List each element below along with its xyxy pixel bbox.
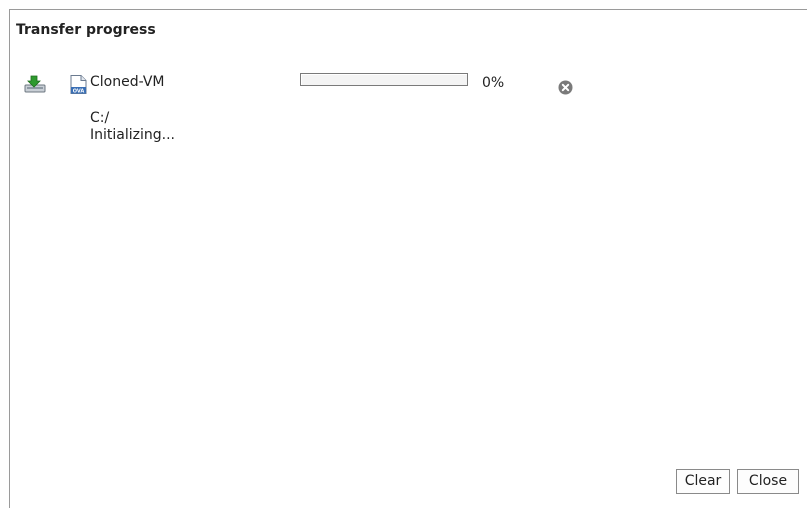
close-button[interactable]: Close <box>737 469 799 494</box>
transfer-progress-dialog: Transfer progress OVA Cloned-VM 0% C:/ I… <box>9 9 807 508</box>
clear-button[interactable]: Clear <box>676 469 730 494</box>
ova-file-icon: OVA <box>70 75 87 94</box>
destination-path: C:/ <box>90 110 110 126</box>
download-icon <box>24 75 46 93</box>
file-name: Cloned-VM <box>90 74 165 90</box>
progress-percent: 0% <box>482 75 505 91</box>
svg-text:OVA: OVA <box>73 88 85 94</box>
dialog-title: Transfer progress <box>16 22 156 38</box>
progress-bar <box>300 73 468 86</box>
cancel-icon[interactable] <box>558 80 573 95</box>
transfer-status: Initializing... <box>90 127 175 143</box>
